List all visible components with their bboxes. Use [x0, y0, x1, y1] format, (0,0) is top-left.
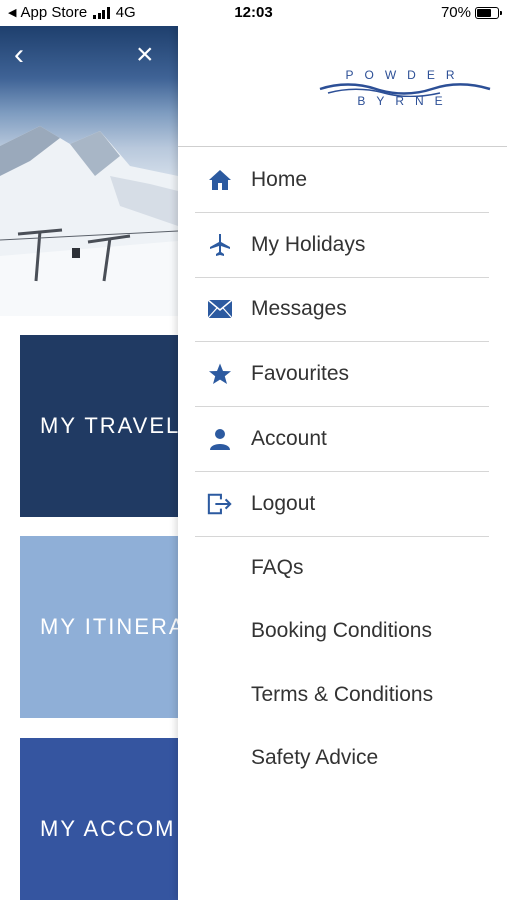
back-chevron-icon[interactable]: ‹ [14, 40, 24, 70]
link-faqs[interactable]: FAQs [195, 536, 489, 600]
battery-percent: 70% [440, 4, 471, 21]
tile-label: MY ITINERA [40, 614, 178, 639]
tile-label: MY ACCOM [40, 816, 176, 841]
status-time: 12:03 [234, 4, 273, 21]
link-label: Terms & Conditions [251, 682, 434, 706]
link-label: Booking Conditions [251, 619, 432, 643]
menu-item-messages[interactable]: Messages [195, 278, 489, 343]
tile-my-travel[interactable]: MY TRAVEL [20, 335, 178, 517]
hero-image: ‹ × [0, 26, 178, 316]
link-terms-conditions[interactable]: Terms & Conditions [195, 663, 489, 727]
link-booking-conditions[interactable]: Booking Conditions [195, 600, 489, 664]
background-app: ‹ × MY TRAVEL MY ITINERA MY ACCOM [0, 26, 178, 900]
link-label: FAQs [251, 555, 304, 579]
home-icon [207, 167, 233, 193]
tile-my-itinerary[interactable]: MY ITINERA [20, 536, 178, 718]
menu-item-logout[interactable]: Logout [195, 472, 489, 537]
menu-item-home[interactable]: Home [195, 148, 489, 213]
envelope-icon [207, 296, 233, 322]
logo-word-top: POWDER [345, 68, 466, 82]
tile-label: MY TRAVEL [40, 413, 178, 438]
menu-item-favourites[interactable]: Favourites [195, 342, 489, 408]
menu-item-label: Account [251, 427, 327, 451]
drawer-divider [178, 146, 507, 147]
battery-icon [475, 6, 502, 19]
menu-item-label: My Holidays [251, 232, 366, 256]
battery-fill [477, 8, 491, 17]
logo-word-bottom: BYRNE [357, 94, 454, 108]
menu-item-label: Logout [251, 491, 316, 515]
star-icon [207, 361, 233, 387]
menu-item-label: Favourites [251, 362, 350, 386]
tile-my-accommodation[interactable]: MY ACCOM [20, 738, 178, 900]
menu-item-label: Messages [251, 297, 347, 321]
logout-icon [207, 491, 233, 517]
link-safety-advice[interactable]: Safety Advice [195, 727, 489, 791]
status-right: 70% [440, 4, 502, 21]
navigation-drawer: POWDER BYRNE Home My Holidays Messages F… [178, 26, 507, 900]
powder-byrne-logo: POWDER BYRNE [318, 66, 493, 116]
menu-item-label: Home [251, 167, 308, 191]
close-icon[interactable]: × [136, 40, 154, 70]
link-label: Safety Advice [251, 746, 379, 770]
person-icon [207, 426, 233, 452]
status-bar: ◀ App Store 4G 12:03 70% [0, 0, 507, 26]
menu-item-my-holidays[interactable]: My Holidays [195, 213, 489, 278]
drawer-menu: Home My Holidays Messages Favourites Acc… [195, 148, 489, 537]
drawer-links: FAQs Booking Conditions Terms & Conditio… [195, 536, 489, 790]
airplane-icon [207, 232, 233, 258]
menu-item-account[interactable]: Account [195, 407, 489, 472]
